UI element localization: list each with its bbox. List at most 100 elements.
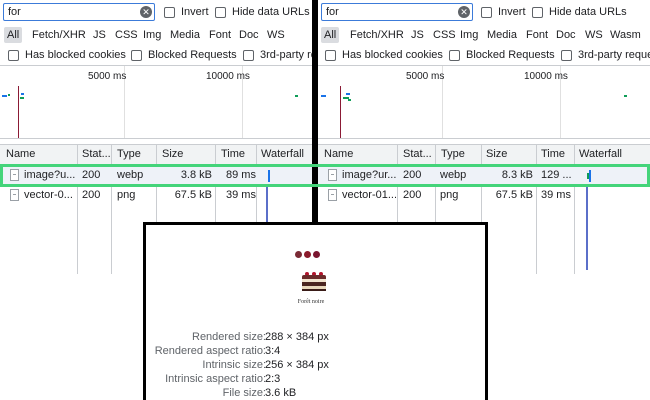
checkbox-icon[interactable] — [131, 49, 142, 61]
request-size: 67.5 kB — [495, 189, 533, 201]
file-size-label: File size: — [222, 387, 266, 399]
filter-search-box[interactable]: ✕ — [3, 3, 155, 21]
hide-data-urls-checkbox[interactable]: Hide data URLs — [215, 6, 310, 18]
checkbox-icon[interactable] — [532, 6, 543, 18]
intrinsic-aspect-ratio-label: Intrinsic aspect ratio: — [165, 373, 266, 385]
column-header-waterfall[interactable]: Waterfall — [579, 148, 622, 160]
request-time: 39 ms — [226, 189, 256, 201]
checkbox-icon[interactable] — [243, 49, 254, 61]
column-header-size[interactable]: Size — [162, 148, 183, 160]
info-row: File size: 3.6 kB — [146, 387, 491, 400]
request-status: 200 — [403, 189, 422, 201]
type-filter-css[interactable]: CSS — [430, 27, 459, 43]
column-header-status[interactable]: Stat... — [403, 148, 432, 160]
overview-request-bar — [2, 95, 7, 97]
overview-separator — [318, 138, 650, 139]
overview-request-bar — [348, 99, 351, 101]
dot-icon — [313, 251, 320, 258]
type-filter-fetch-xhr[interactable]: Fetch/XHR — [347, 27, 407, 43]
request-type: png — [440, 189, 459, 201]
type-filter-font[interactable]: Font — [206, 27, 234, 43]
overview-tick-label: 5000 ms — [88, 71, 127, 82]
overview-request-bar — [8, 94, 10, 96]
type-filter-fetch-xhr[interactable]: Fetch/XHR — [29, 27, 89, 43]
blocked-requests-label: Blocked Requests — [148, 49, 237, 61]
waterfall-bar — [586, 186, 588, 270]
type-filter-ws[interactable]: WS — [582, 27, 606, 43]
file-icon — [328, 189, 337, 201]
type-filter-img[interactable]: Img — [457, 27, 481, 43]
third-party-requests-label: 3rd-party reque — [578, 49, 650, 61]
type-filter-ws[interactable]: WS — [264, 27, 288, 43]
checkbox-icon[interactable] — [481, 6, 492, 18]
invert-checkbox[interactable]: Invert — [481, 6, 526, 18]
rendered-size-value: 288 × 384 px — [265, 331, 329, 343]
type-filter-js[interactable]: JS — [90, 27, 109, 43]
column-header-status[interactable]: Stat... — [82, 148, 111, 160]
type-filter-media[interactable]: Media — [484, 27, 520, 43]
column-header-name[interactable]: Name — [324, 148, 353, 160]
hide-data-urls-label: Hide data URLs — [232, 6, 310, 18]
type-filter-css[interactable]: CSS — [112, 27, 141, 43]
type-filter-media[interactable]: Media — [167, 27, 203, 43]
table-row[interactable]: vector-01... 200 png 67.5 kB 39 ms — [318, 186, 650, 206]
column-header-size[interactable]: Size — [486, 148, 507, 160]
info-row: Rendered aspect ratio: 3:4 — [146, 345, 491, 359]
request-type: png — [117, 189, 136, 201]
checkbox-icon[interactable] — [215, 6, 226, 18]
type-filter-doc[interactable]: Doc — [236, 27, 262, 43]
network-overview-timeline[interactable]: 5000 ms 10000 ms — [0, 66, 312, 138]
request-size: 67.5 kB — [174, 189, 212, 201]
type-filter-all[interactable]: All — [321, 27, 340, 43]
invert-checkbox[interactable]: Invert — [164, 6, 209, 18]
clear-icon[interactable]: ✕ — [140, 6, 152, 18]
request-time: 39 ms — [541, 189, 571, 201]
third-party-requests-checkbox[interactable]: 3rd-party reque — [561, 49, 650, 61]
filter-search-box[interactable]: ✕ — [321, 3, 473, 21]
overview-request-bar — [21, 93, 24, 95]
column-header-time[interactable]: Time — [221, 148, 245, 160]
overview-request-bar — [624, 95, 627, 97]
info-row: Intrinsic size: 256 × 384 px — [146, 359, 491, 373]
type-filter-img[interactable]: Img — [140, 27, 164, 43]
intrinsic-size-label: Intrinsic size: — [202, 359, 266, 371]
filter-input[interactable] — [8, 5, 136, 19]
blocked-requests-checkbox[interactable]: Blocked Requests — [131, 49, 237, 61]
checkbox-icon[interactable] — [325, 49, 336, 61]
type-filter-doc[interactable]: Doc — [553, 27, 579, 43]
checkbox-icon[interactable] — [561, 49, 572, 61]
filter-input[interactable] — [326, 5, 454, 19]
column-header-type[interactable]: Type — [441, 148, 465, 160]
dot-icon — [304, 251, 311, 258]
overview-request-bar — [295, 95, 298, 97]
blocked-requests-checkbox[interactable]: Blocked Requests — [449, 49, 555, 61]
request-name[interactable]: vector-0... — [24, 189, 76, 201]
hide-data-urls-checkbox[interactable]: Hide data URLs — [532, 6, 627, 18]
column-header-type[interactable]: Type — [117, 148, 141, 160]
type-filter-js[interactable]: JS — [408, 27, 427, 43]
blocked-filter-bar: Has blocked cookies Blocked Requests 3rd… — [318, 45, 650, 65]
image-preview-thumbnail: Forêt noire — [286, 247, 336, 317]
type-filter-wasm[interactable]: Wasm — [607, 27, 644, 43]
overview-tick-label: 10000 ms — [206, 71, 250, 82]
overview-request-bar — [321, 95, 326, 97]
has-blocked-cookies-checkbox[interactable]: Has blocked cookies — [8, 49, 126, 61]
column-header-waterfall[interactable]: Waterfall — [261, 148, 304, 160]
intrinsic-aspect-ratio-value: 2:3 — [265, 373, 281, 385]
clear-icon[interactable]: ✕ — [458, 6, 470, 18]
checkbox-icon[interactable] — [8, 49, 19, 61]
requests-table-header: Name Stat... Type Size Time Waterfall — [318, 144, 650, 165]
hide-data-urls-label: Hide data URLs — [549, 6, 627, 18]
column-header-name[interactable]: Name — [6, 148, 35, 160]
checkbox-icon[interactable] — [164, 6, 175, 18]
type-filter-font[interactable]: Font — [523, 27, 551, 43]
column-header-time[interactable]: Time — [541, 148, 565, 160]
request-name[interactable]: vector-01... — [342, 189, 396, 201]
network-overview-timeline[interactable]: 5000 ms 10000 ms — [318, 66, 650, 138]
has-blocked-cookies-checkbox[interactable]: Has blocked cookies — [325, 49, 443, 61]
checkbox-icon[interactable] — [449, 49, 460, 61]
third-party-requests-checkbox[interactable]: 3rd-party re — [243, 49, 312, 61]
overview-separator — [0, 138, 312, 139]
invert-label: Invert — [498, 6, 526, 18]
type-filter-all[interactable]: All — [4, 27, 23, 43]
